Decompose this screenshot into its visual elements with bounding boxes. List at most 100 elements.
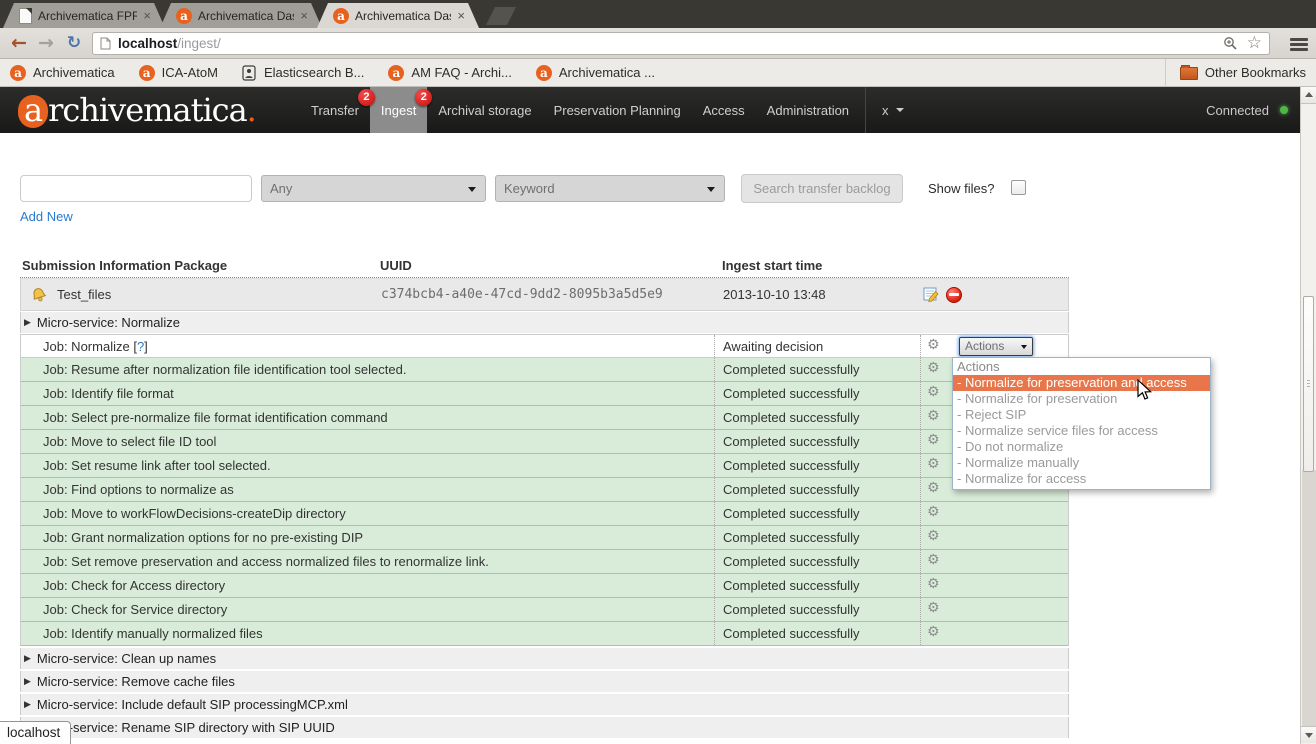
nav-item-transfer[interactable]: Transfer2 [300,87,370,133]
tab-close-icon[interactable] [143,9,151,22]
tab-strip: Archivematica FPR Server aArchivematica D… [0,0,1316,28]
microservice-row[interactable]: Micro-service: Rename SIP directory with… [20,717,1069,738]
dropdown-option[interactable]: - Reject SIP [953,407,1210,423]
address-bar[interactable]: localhost/ingest/ [92,32,1270,55]
remove-sip-icon[interactable] [946,287,962,303]
gear-icon[interactable] [927,552,940,568]
logo-a-icon: a [18,95,48,128]
dropdown-option[interactable]: - Normalize manually [953,455,1210,471]
job-help-link[interactable]: ? [137,339,144,354]
gear-icon[interactable] [927,384,940,400]
gear-icon[interactable] [927,480,940,496]
dropdown-option[interactable]: - Normalize for preservation [953,391,1210,407]
microservice-row[interactable]: Micro-service: Clean up names [20,648,1069,669]
page-scrollbar[interactable] [1300,87,1316,744]
nav-item-preservation-planning[interactable]: Preservation Planning [543,87,692,133]
nav-label: Preservation Planning [554,103,681,118]
gear-icon[interactable] [927,600,940,616]
dropdown-option[interactable]: - Normalize for preservation and access [953,375,1210,391]
gear-icon[interactable] [927,528,940,544]
dropdown-option[interactable]: Actions [953,359,1210,375]
job-name: Job: Move to select file ID tool [43,434,216,449]
search-input[interactable] [20,175,252,202]
menu-button[interactable] [1290,38,1308,50]
back-button[interactable] [6,30,32,56]
column-divider [714,335,715,357]
gear-icon[interactable] [927,576,940,592]
scrollbar-up-arrow[interactable] [1301,87,1316,104]
bookmark-star-icon[interactable] [1247,35,1262,52]
tab-close-icon[interactable] [457,9,465,22]
browser-tab[interactable]: aArchivematica Dashboard [317,3,479,28]
browser-tab[interactable]: aArchivematica Dashboard [160,3,322,28]
dropdown-option[interactable]: - Do not normalize [953,439,1210,455]
actions-select[interactable]: Actions [959,337,1033,356]
gear-icon[interactable] [927,624,940,640]
bookmark-item[interactable]: Elasticsearch B... [242,65,364,81]
microservice-row[interactable]: Micro-service: Remove cache files [20,671,1069,692]
job-row: Job: Move to select file ID toolComplete… [20,430,1069,454]
add-new-link[interactable]: Add New [20,209,73,224]
gear-icon[interactable] [927,408,940,424]
reload-button[interactable] [61,30,87,56]
filter-type-select[interactable]: Keyword [495,175,725,202]
nav-item-archival-storage[interactable]: Archival storage [427,87,542,133]
gear-icon[interactable] [927,504,940,520]
scrollbar-thumb[interactable] [1303,296,1314,472]
gear-icon[interactable] [927,456,940,472]
scrollbar-track[interactable] [1302,470,1316,727]
job-name: Job: Set remove preservation and access … [43,554,489,569]
nav-item-ingest[interactable]: Ingest2 [370,87,427,133]
job-name: Job: Grant normalization options for no … [43,530,363,545]
microservice-row[interactable]: Micro-service: Include default SIP proce… [20,694,1069,715]
job-name: Job: Select pre-normalize file format id… [43,410,388,425]
column-divider [714,478,715,501]
sip-row: Test_files c374bcb4-a40e-47cd-9dd2-8095b… [20,278,1069,311]
main-nav: Transfer2Ingest2Archival storage Preserva… [300,87,922,133]
column-divider [920,382,921,405]
bookmark-label: Archivematica [33,65,115,80]
gear-icon[interactable] [927,432,940,448]
bookmark-item[interactable]: aArchivematica [10,65,115,81]
tab-close-icon[interactable] [300,9,308,22]
bookmark-item[interactable]: aAM FAQ - Archi... [388,65,511,81]
nav-item-administration[interactable]: Administration [756,87,860,133]
job-row: Job: Check for Service directoryComplete… [20,598,1069,622]
gear-icon[interactable] [927,337,940,353]
job-name: Job: Identify file format [43,386,174,401]
edit-metadata-icon[interactable] [923,286,940,303]
job-row: Job: Normalize [?]Awaiting decisionActio… [20,334,1069,358]
connection-status: Connected [1206,87,1288,133]
browser-tab[interactable]: Archivematica FPR Server [3,3,165,28]
archivematica-logo[interactable]: archivematica. [18,91,256,129]
column-divider [714,502,715,525]
scrollbar-down-arrow[interactable] [1301,726,1316,743]
job-status: Completed successfully [723,602,860,617]
bookmarks-bar: aArchivematica aICA-AtoM Elasticsearch B..… [0,59,1316,87]
job-row: Job: Set remove preservation and access … [20,550,1069,574]
zoom-icon[interactable] [1223,36,1238,51]
job-name: Job: Check for Access directory [43,578,225,593]
sip-start-time: 2013-10-10 13:48 [723,287,826,302]
nav-item-x[interactable]: x [865,87,922,133]
bookmark-item[interactable]: aArchivematica ... [536,65,655,81]
job-name: Job: Normalize [?] [43,339,148,354]
bookmark-item[interactable]: aICA-AtoM [139,65,218,81]
connected-dot-icon [1280,106,1288,114]
gear-icon[interactable] [927,360,940,376]
column-divider [920,430,921,453]
show-files-checkbox[interactable] [1011,180,1026,195]
forward-button[interactable] [33,30,59,56]
filter-field-select[interactable]: Any [261,175,486,202]
dropdown-option[interactable]: - Normalize for access [953,471,1210,487]
new-tab-button[interactable] [486,7,516,25]
other-bookmarks[interactable]: Other Bookmarks [1165,59,1306,86]
column-divider [920,526,921,549]
chevron-down-icon [896,108,904,112]
nav-label: Ingest [381,103,416,118]
tab-title: Archivematica FPR Server [38,9,137,23]
search-transfer-backlog-button[interactable]: Search transfer backlog [741,174,903,203]
dropdown-option[interactable]: - Normalize service files for access [953,423,1210,439]
nav-item-access[interactable]: Access [692,87,756,133]
microservice-row-expanded[interactable]: Micro-service: Normalize [20,312,1069,333]
